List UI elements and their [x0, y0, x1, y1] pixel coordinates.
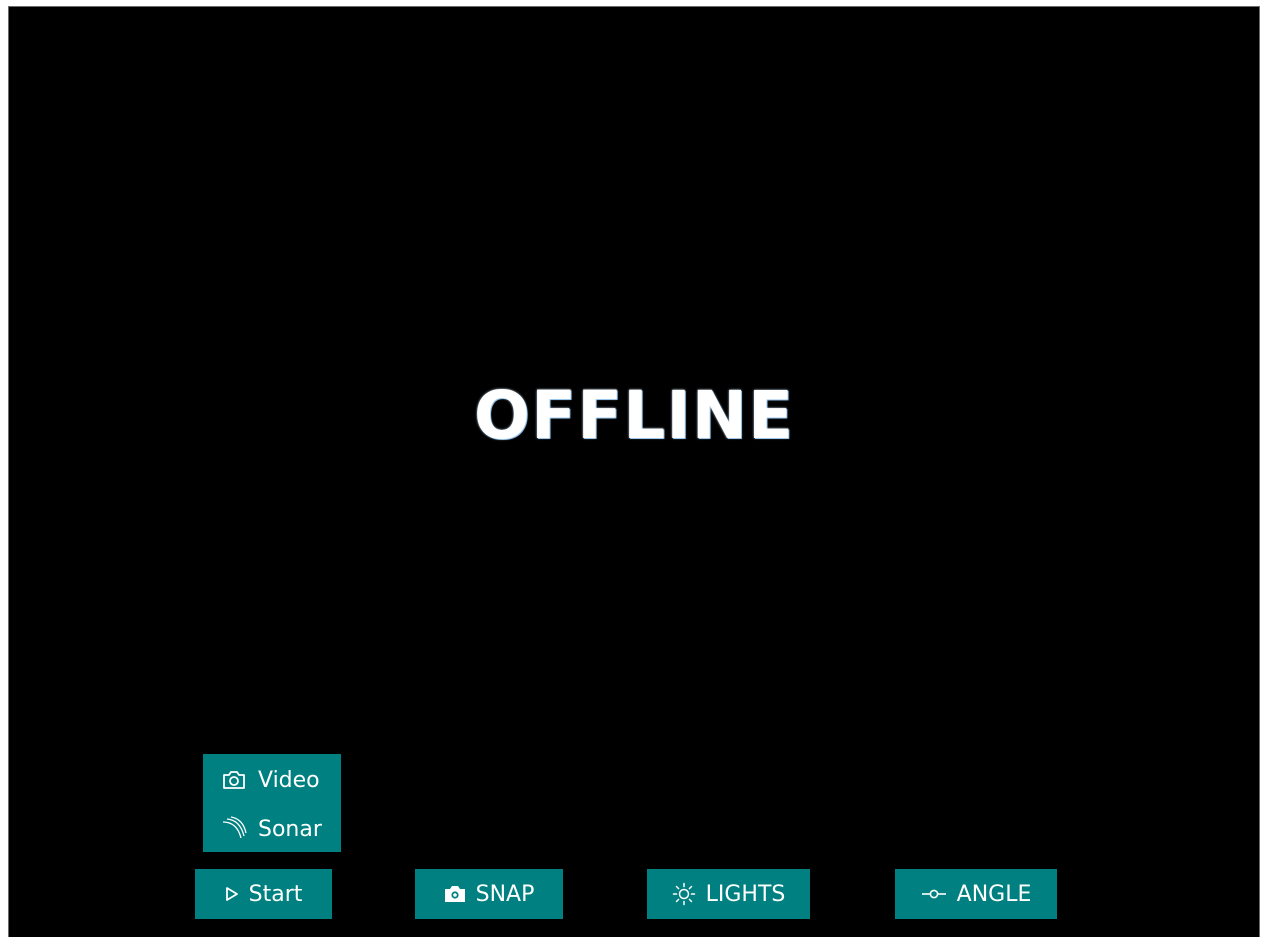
video-viewport: OFFLINE Video Sonar — [8, 6, 1260, 937]
source-item-label: Sonar — [258, 816, 322, 842]
source-item-label: Video — [258, 767, 320, 793]
angle-slider-icon — [921, 888, 947, 900]
angle-button[interactable]: ANGLE — [895, 869, 1057, 919]
sun-icon — [672, 882, 696, 906]
start-button-label: Start — [248, 881, 303, 907]
start-button[interactable]: Start — [195, 869, 332, 919]
snap-button[interactable]: SNAP — [415, 869, 563, 919]
camera-outline-icon — [221, 767, 247, 793]
camera-filled-icon — [444, 885, 466, 903]
lights-button[interactable]: LIGHTS — [647, 869, 810, 919]
snap-button-label: SNAP — [475, 881, 535, 907]
angle-button-label: ANGLE — [956, 881, 1032, 907]
source-item-video[interactable]: Video — [203, 757, 341, 803]
source-item-sonar[interactable]: Sonar — [203, 806, 341, 852]
play-icon — [225, 886, 239, 902]
lights-button-label: LIGHTS — [705, 881, 786, 907]
source-menu: Video Sonar — [203, 754, 341, 852]
offline-status-text: OFFLINE — [473, 377, 795, 454]
sonar-arc-icon — [221, 816, 247, 842]
